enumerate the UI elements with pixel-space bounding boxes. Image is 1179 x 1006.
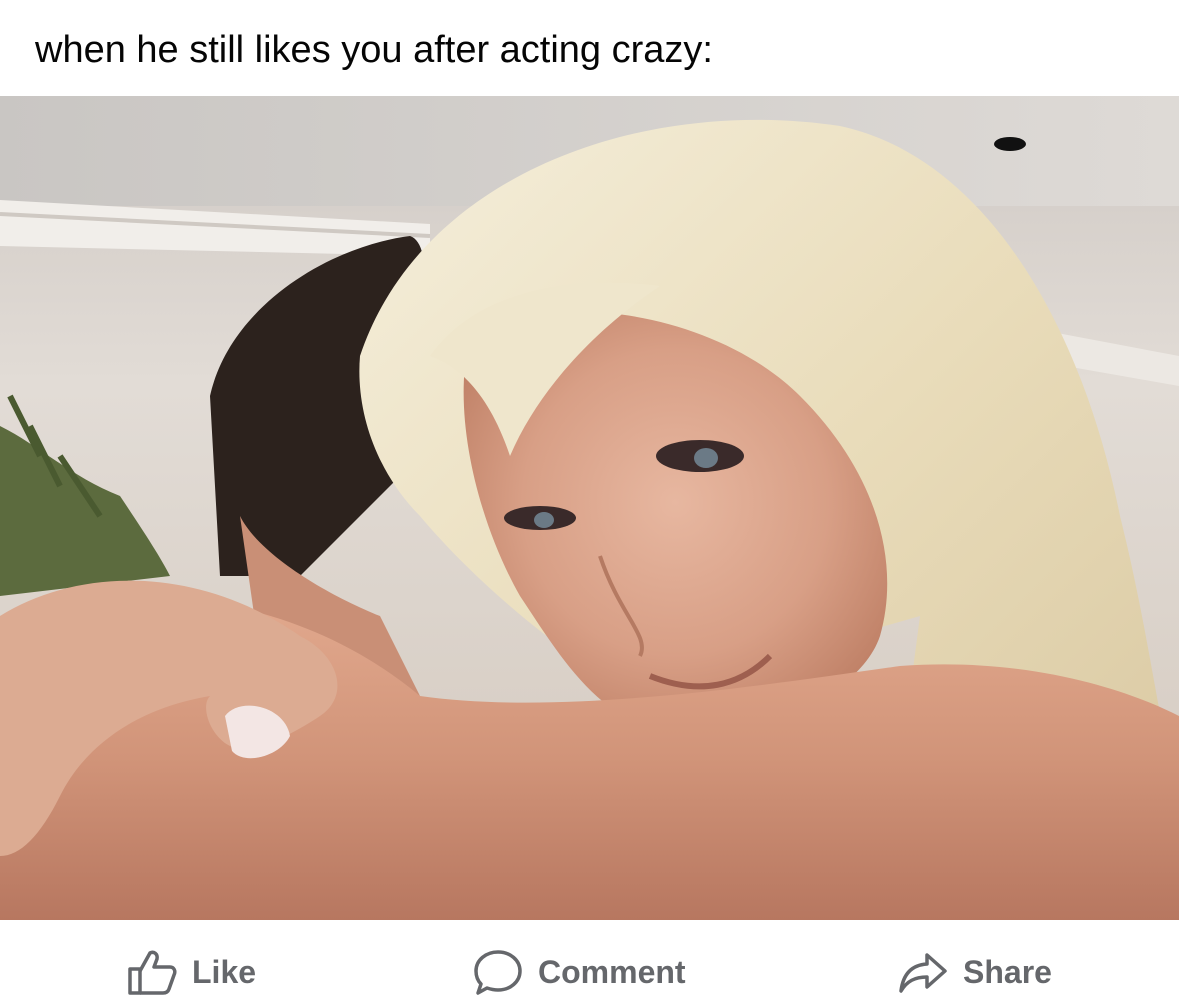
share-label: Share <box>963 954 1052 990</box>
thumbs-up-icon <box>126 949 178 995</box>
post-action-bar: Like Comment Share <box>0 920 1179 1006</box>
comment-button[interactable]: Comment <box>472 948 686 996</box>
like-button[interactable]: Like <box>126 949 257 995</box>
photo-image <box>0 96 1179 920</box>
comment-label: Comment <box>538 954 686 990</box>
share-arrow-icon <box>897 949 949 995</box>
share-button[interactable]: Share <box>897 950 1052 994</box>
speech-bubble-icon <box>472 948 524 996</box>
post-caption: when he still likes you after acting cra… <box>35 29 713 71</box>
like-label: Like <box>192 954 257 990</box>
facebook-post: when he still likes you after acting cra… <box>0 0 1179 1006</box>
post-photo[interactable] <box>0 96 1179 920</box>
